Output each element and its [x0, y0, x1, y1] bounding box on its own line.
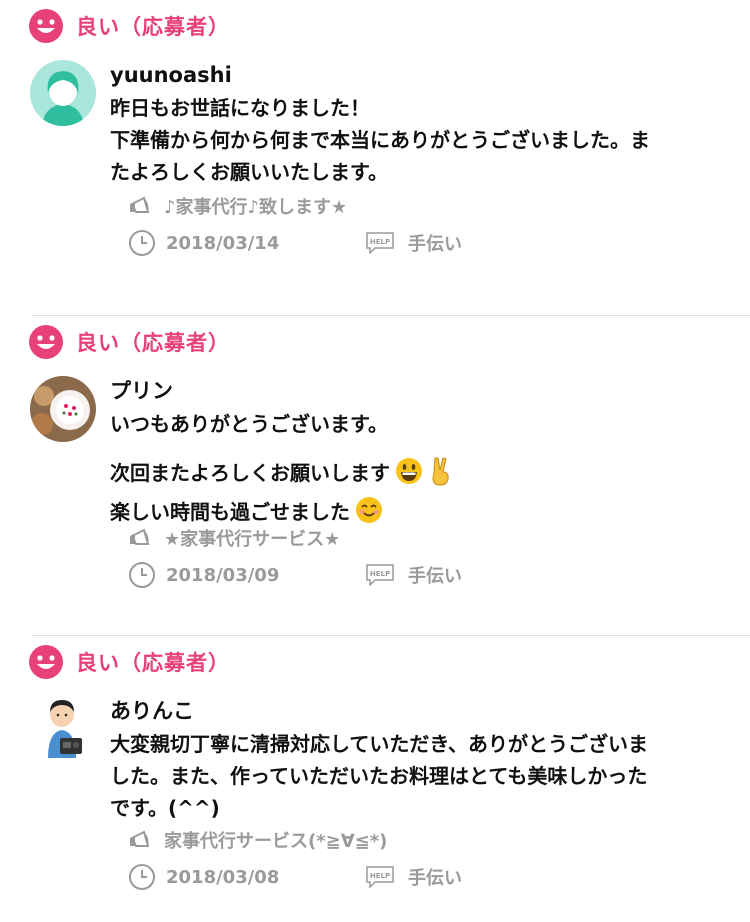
megaphone-icon	[130, 196, 150, 213]
review-content: ありんこ 大変親切丁寧に清掃対応していただき、ありがとうございま した。また、作っ…	[110, 696, 730, 824]
comment-line: たよろしくお願いいたします。	[110, 160, 388, 184]
job-row[interactable]: ★家事代行サービス★	[128, 522, 462, 554]
review-content: yuunoashi 昨日もお世話になりました！ 下準備から何から何まで本当にありが…	[110, 60, 730, 188]
review-item: 良い（応募者） yuunoashi 昨日もお世話になりました！ 下準備から何から何…	[0, 0, 750, 316]
victory-hand-emoji-icon	[428, 456, 454, 495]
review-comment: 昨日もお世話になりました！ 下準備から何から何まで本当にありがとうございました。ま…	[110, 92, 730, 188]
category-label: 手伝い	[408, 868, 462, 889]
username[interactable]: プリン	[110, 376, 730, 406]
svg-text:HELP: HELP	[370, 872, 390, 880]
username[interactable]: ありんこ	[110, 696, 730, 726]
megaphone-icon	[130, 528, 150, 545]
rating-row: 良い（応募者）	[28, 322, 230, 362]
clock-icon	[129, 864, 155, 890]
job-title: 家事代行サービス(*≧∀≦*)	[164, 831, 388, 852]
rating-row: 良い（応募者）	[28, 6, 230, 46]
review-date: 2018/03/14	[166, 232, 280, 254]
comment-line: 下準備から何から何まで本当にありがとうございました。ま	[110, 128, 650, 152]
comment-line: 次回またよろしくお願いします	[110, 456, 730, 495]
smile-icon	[29, 9, 63, 43]
review-comment: 大変親切丁寧に清掃対応していただき、ありがとうございま した。また、作っていただい…	[110, 728, 730, 824]
avatar[interactable]	[30, 376, 96, 442]
review-meta: ★家事代行サービス★ 2018/03/09 HELP 手伝い	[128, 522, 462, 593]
job-title: ♪家事代行♪致します★	[164, 197, 348, 218]
avatar[interactable]	[30, 696, 96, 762]
svg-text:HELP: HELP	[370, 238, 390, 246]
comment-line-text: 次回またよろしくお願いします	[110, 461, 390, 485]
megaphone-icon	[130, 830, 150, 847]
user-avatar-icon	[30, 60, 96, 126]
comment-line: です。(^^)	[110, 796, 220, 820]
date-row: 2018/03/08 HELP 手伝い	[128, 859, 462, 895]
review-meta: ♪家事代行♪致します★ 2018/03/14 HELP 手伝い	[128, 190, 462, 261]
rating-label: 良い（応募者）	[76, 331, 230, 355]
job-row[interactable]: 家事代行サービス(*≧∀≦*)	[128, 824, 462, 856]
comment-line: 大変親切丁寧に清掃対応していただき、ありがとうございま	[110, 732, 648, 756]
grinning-emoji-icon	[394, 456, 424, 495]
date-row: 2018/03/09 HELP 手伝い	[128, 557, 462, 593]
clock-icon	[129, 562, 155, 588]
review-content: プリン いつもありがとうございます。 次回またよろしくお願いします 楽しい時間も過ご…	[110, 376, 730, 534]
rating-row: 良い（応募者）	[28, 642, 230, 682]
comment-line-text: 楽しい時間も過ごせました	[110, 500, 350, 524]
smile-icon	[29, 325, 63, 359]
svg-text:HELP: HELP	[370, 570, 390, 578]
category-label: 手伝い	[408, 234, 462, 255]
worker-illustration-icon	[30, 696, 96, 762]
job-title: ★家事代行サービス★	[164, 529, 341, 550]
job-row[interactable]: ♪家事代行♪致します★	[128, 190, 462, 222]
review-meta: 家事代行サービス(*≧∀≦*) 2018/03/08 HELP 手伝い	[128, 824, 462, 895]
help-icon: HELP	[366, 564, 394, 586]
review-item: 良い（応募者） プリン いつもありがとうございます。 次回またよろしくお願いします…	[0, 316, 750, 636]
comment-line: 昨日もお世話になりました！	[110, 96, 370, 120]
avatar[interactable]	[30, 60, 96, 126]
review-item: 良い（応募者） ありんこ 大変親切丁寧に清掃対応していただき、ありがとうございま…	[0, 636, 750, 922]
smile-icon	[29, 645, 63, 679]
date-row: 2018/03/14 HELP 手伝い	[128, 225, 462, 261]
review-comment: いつもありがとうございます。 次回またよろしくお願いします 楽しい時間も過ごせました	[110, 408, 730, 534]
comment-line: した。また、作っていただいたお料理はとても美味しかった	[110, 764, 648, 788]
help-icon: HELP	[366, 866, 394, 888]
help-icon: HELP	[366, 232, 394, 254]
comment-blank-line	[110, 440, 730, 456]
username[interactable]: yuunoashi	[110, 60, 730, 90]
comment-line: いつもありがとうございます。	[110, 412, 388, 436]
rating-label: 良い（応募者）	[76, 651, 230, 675]
category-label: 手伝い	[408, 566, 462, 587]
clock-icon	[129, 230, 155, 256]
rating-label: 良い（応募者）	[76, 15, 230, 39]
pudding-photo-icon	[30, 376, 96, 442]
review-date: 2018/03/09	[166, 564, 280, 586]
review-date: 2018/03/08	[166, 866, 280, 888]
